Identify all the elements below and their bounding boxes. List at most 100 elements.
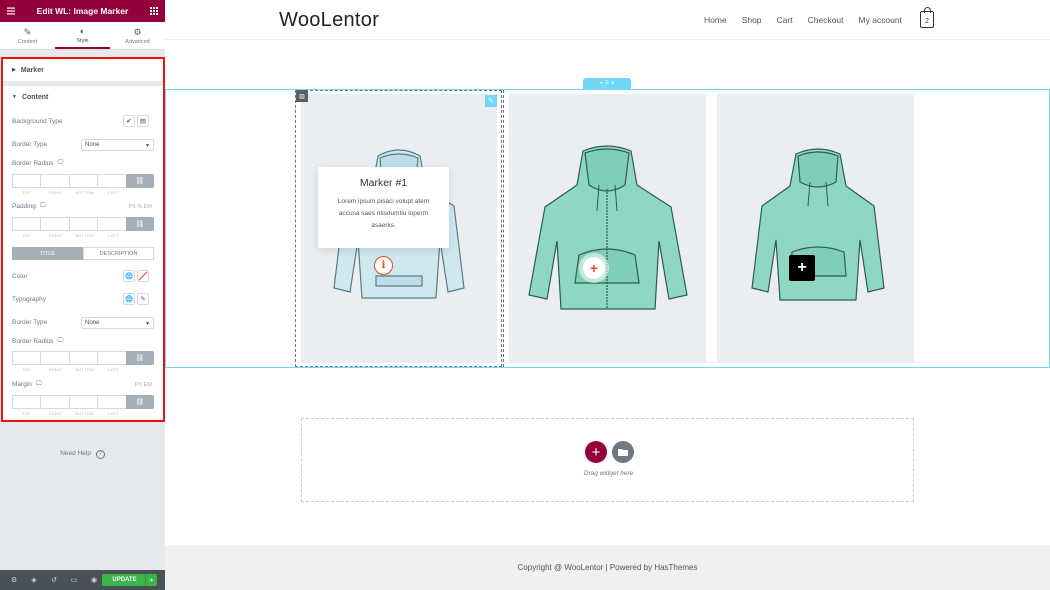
style-controls: ▶ Marker ▼ Content Background Type ✔ ▤ B… — [1, 57, 165, 422]
preview-eye-icon[interactable]: ◉ — [84, 576, 104, 584]
plus-square-marker-icon[interactable]: + — [789, 255, 815, 281]
dim-left-input[interactable] — [97, 351, 126, 365]
dim-left-input[interactable] — [97, 174, 126, 188]
green-zip-hoodie-image — [528, 145, 688, 310]
nav-home[interactable]: Home — [704, 15, 727, 25]
border-radius-label-2: Border Radius — [12, 338, 54, 345]
dim-labels: TOP RIGHT BOTTOM LEFT — [12, 190, 128, 195]
link-values-icon[interactable]: ⛓ — [125, 174, 155, 188]
folder-icon — [618, 449, 628, 456]
link-values-icon[interactable]: ⛓ — [125, 351, 155, 365]
nav-checkout[interactable]: Checkout — [808, 15, 844, 25]
template-library-button[interactable] — [612, 441, 634, 463]
need-help-link[interactable]: Need Help ? — [0, 450, 165, 459]
border-type-select[interactable]: None ▼ — [81, 139, 154, 151]
brush-icon[interactable]: ✔ — [123, 115, 135, 127]
margin-units[interactable]: PX EM — [135, 382, 152, 388]
gradient-icon[interactable]: ▤ — [137, 115, 149, 127]
border-type-label-2: Border Type — [12, 319, 48, 326]
dim-top-input[interactable] — [12, 395, 41, 409]
nav-cart[interactable]: Cart — [777, 15, 793, 25]
history-icon[interactable]: ↺ — [44, 576, 64, 584]
dim-right-input[interactable] — [40, 217, 69, 231]
dim-top-input[interactable] — [12, 351, 41, 365]
add-section-drop-zone: + Drag widget here — [301, 418, 914, 502]
panel-title: Edit WL: Image Marker — [36, 6, 129, 16]
site-logo[interactable]: WooLentor — [279, 9, 379, 32]
main-nav: Home Shop Cart Checkout My account — [704, 15, 902, 25]
settings-icon[interactable]: ⚙ — [4, 576, 24, 584]
desktop-icon[interactable]: 🖵 — [58, 160, 64, 167]
dim-left-input[interactable] — [97, 217, 126, 231]
section-controls[interactable]: + ⠿ × — [600, 80, 615, 87]
tab-content[interactable]: ✎ Content — [0, 22, 55, 49]
link-values-icon[interactable]: ⛓ — [125, 395, 155, 409]
add-section-button[interactable]: + — [585, 441, 607, 463]
border-type-value: None — [85, 142, 100, 148]
color-picker-swatch[interactable] — [137, 270, 149, 282]
desktop-icon[interactable]: 🖵 — [40, 203, 46, 210]
toggle-description[interactable]: DESCRIPTION — [83, 247, 154, 260]
column-handle-icon[interactable]: ▥ — [296, 90, 308, 102]
nav-shop[interactable]: Shop — [742, 15, 762, 25]
edit-widget-icon[interactable]: ✎ — [485, 95, 497, 107]
section-handle[interactable]: + ⠿ × — [583, 78, 631, 89]
navigator-icon[interactable]: ◈ — [24, 576, 44, 584]
dim-label-bottom: BOTTOM — [75, 411, 94, 416]
toggle-title[interactable]: TITLE — [12, 247, 83, 260]
padding-label: Padding — [12, 203, 36, 210]
border-type-select-2[interactable]: None ▼ — [81, 317, 154, 329]
dim-top-input[interactable] — [12, 217, 41, 231]
update-button[interactable]: UPDATE ▲ — [102, 574, 157, 586]
dim-bottom-input[interactable] — [68, 351, 98, 365]
pencil-icon: ✎ — [23, 26, 32, 37]
dim-bottom-input[interactable] — [68, 395, 98, 409]
tab-style[interactable]: ◐ Style — [55, 22, 110, 49]
dim-label-left: LEFT — [108, 411, 119, 416]
dim-bottom-input[interactable] — [68, 174, 98, 188]
dim-label-top: TOP — [22, 411, 31, 416]
margin-row: Margin 🖵 — [12, 381, 154, 388]
typography-label: Typography — [12, 296, 46, 303]
need-help-label: Need Help — [60, 450, 91, 457]
desktop-icon[interactable]: 🖵 — [58, 338, 64, 345]
globe-icon[interactable]: 🌐 — [123, 270, 135, 282]
widgets-grid-icon[interactable] — [149, 6, 159, 16]
panel-header: Edit WL: Image Marker — [0, 0, 165, 22]
dim-label-left: LEFT — [108, 190, 119, 195]
dim-label-right: RIGHT — [48, 233, 63, 238]
border-radius-row-2: Border Radius 🖵 — [12, 338, 154, 345]
column-divider — [503, 90, 504, 367]
editor-panel: Edit WL: Image Marker ✎ Content ◐ Style … — [0, 0, 165, 590]
dim-label-right: RIGHT — [48, 367, 63, 372]
dim-label-left: LEFT — [108, 233, 119, 238]
edit-typography-icon[interactable]: ✎ — [137, 293, 149, 305]
menu-icon[interactable] — [6, 6, 16, 16]
border-radius-row: Border Radius 🖵 — [12, 160, 154, 167]
margin-label: Margin — [12, 381, 32, 388]
desktop-icon[interactable]: 🖵 — [36, 381, 42, 388]
dim-right-input[interactable] — [40, 174, 69, 188]
dim-right-input[interactable] — [40, 351, 69, 365]
nav-my-account[interactable]: My account — [859, 15, 902, 25]
responsive-icon[interactable]: ▭ — [64, 576, 84, 584]
info-marker-icon[interactable]: i — [374, 256, 393, 275]
link-values-icon[interactable]: ⛓ — [125, 217, 155, 231]
section-content-label: Content — [21, 93, 49, 101]
shopping-bag-icon[interactable]: 2 — [920, 7, 934, 28]
globe-icon[interactable]: 🌐 — [123, 293, 135, 305]
section-marker[interactable]: ▶ Marker — [3, 59, 163, 81]
plus-marker-icon[interactable]: + — [583, 257, 605, 279]
padding-units[interactable]: PX % EM — [128, 204, 152, 210]
tab-advanced[interactable]: ⚙ Advanced — [110, 22, 165, 49]
border-type-value-2: None — [85, 320, 100, 326]
border-radius-dimensions: ⛓ — [12, 174, 155, 188]
cart-count: 2 — [925, 18, 929, 25]
section-content[interactable]: ▼ Content — [3, 86, 163, 108]
panel-tabs: ✎ Content ◐ Style ⚙ Advanced — [0, 22, 165, 50]
dim-left-input[interactable] — [97, 395, 126, 409]
dim-top-input[interactable] — [12, 174, 41, 188]
caret-up-icon[interactable]: ▲ — [145, 574, 157, 586]
dim-right-input[interactable] — [40, 395, 69, 409]
dim-bottom-input[interactable] — [68, 217, 98, 231]
